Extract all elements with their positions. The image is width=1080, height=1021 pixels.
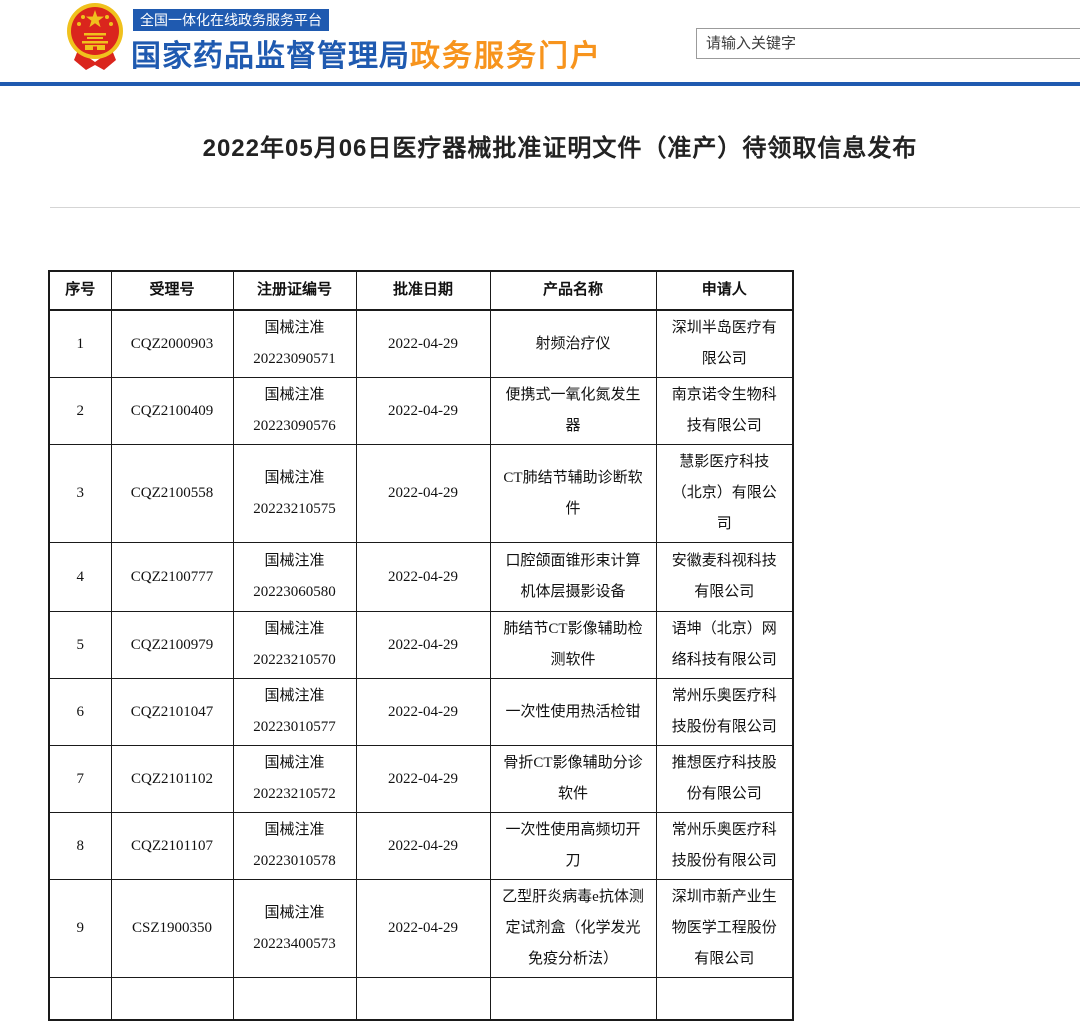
cell-product-name: 一次性使用热活检钳 (490, 679, 656, 746)
cell-approval-date: 2022-04-29 (356, 813, 490, 880)
cell-index: 7 (49, 746, 111, 813)
cell-applicant: 语坤（北京）网络科技有限公司 (656, 612, 793, 679)
table-body: 1CQZ2000903国械注准 202230905712022-04-29射频治… (49, 310, 793, 1020)
cell-index: 9 (49, 880, 111, 978)
cell-applicant: 常州乐奥医疗科技股份有限公司 (656, 813, 793, 880)
column-header-acceptance_no: 受理号 (111, 271, 233, 310)
cell-registration-no: 国械注准 20223010577 (233, 679, 356, 746)
cell-acceptance-no: CSZ1900350 (111, 880, 233, 978)
national-emblem-icon (64, 2, 126, 70)
table-row: 7CQZ2101102国械注准 202232105722022-04-29骨折C… (49, 746, 793, 813)
section-divider (50, 207, 1080, 208)
cell-acceptance-no: CQZ2000903 (111, 310, 233, 378)
table-row: 8CQZ2101107国械注准 202230105782022-04-29一次性… (49, 813, 793, 880)
cell-approval-date: 2022-04-29 (356, 378, 490, 445)
cell-index: 3 (49, 445, 111, 543)
cell-registration-no: 国械注准 20223010578 (233, 813, 356, 880)
cell-acceptance-no: CQZ2101102 (111, 746, 233, 813)
column-header-index: 序号 (49, 271, 111, 310)
header-divider (0, 82, 1080, 86)
cell-registration-no: 国械注准 20223060580 (233, 543, 356, 612)
org-name-text: 国家药品监督管理局 (131, 40, 410, 73)
cell-product-name: 射频治疗仪 (490, 310, 656, 378)
search-input[interactable] (696, 28, 1080, 59)
cell-index: 1 (49, 310, 111, 378)
cell-registration-no: 国械注准 20223090576 (233, 378, 356, 445)
cell-approval-date: 2022-04-29 (356, 880, 490, 978)
cell-approval-date: 2022-04-29 (356, 679, 490, 746)
cell-index: 2 (49, 378, 111, 445)
cell-empty (656, 978, 793, 1020)
cell-product-name: 口腔颌面锥形束计算机体层摄影设备 (490, 543, 656, 612)
cell-empty (111, 978, 233, 1020)
logo-line: 国家药品监督管理局政务服务门户 (131, 31, 602, 75)
column-header-applicant: 申请人 (656, 271, 793, 310)
cell-applicant: 推想医疗科技股份有限公司 (656, 746, 793, 813)
cell-acceptance-no: CQZ2100409 (111, 378, 233, 445)
cell-index: 5 (49, 612, 111, 679)
cell-registration-no: 国械注准 20223090571 (233, 310, 356, 378)
cell-applicant: 深圳市新产业生物医学工程股份有限公司 (656, 880, 793, 978)
cell-empty (49, 978, 111, 1020)
cell-empty (233, 978, 356, 1020)
cell-approval-date: 2022-04-29 (356, 445, 490, 543)
cell-approval-date: 2022-04-29 (356, 612, 490, 679)
table-row: 5CQZ2100979国械注准 202232105702022-04-29肺结节… (49, 612, 793, 679)
cell-index: 8 (49, 813, 111, 880)
table-row-partial (49, 978, 793, 1020)
cell-product-name: 肺结节CT影像辅助检测软件 (490, 612, 656, 679)
platform-badge: 全国一体化在线政务服务平台 (133, 9, 329, 31)
cell-index: 6 (49, 679, 111, 746)
cell-approval-date: 2022-04-29 (356, 746, 490, 813)
main-content: 2022年05月06日医疗器械批准证明文件（准产）待领取信息发布 序号受理号注册… (0, 128, 1080, 1021)
table-row: 1CQZ2000903国械注准 202230905712022-04-29射频治… (49, 310, 793, 378)
cell-product-name: 一次性使用高频切开刀 (490, 813, 656, 880)
column-header-approval_date: 批准日期 (356, 271, 490, 310)
cell-index: 4 (49, 543, 111, 612)
table-row: 4CQZ2100777国械注准 202230605802022-04-29口腔颌… (49, 543, 793, 612)
cell-applicant: 常州乐奥医疗科技股份有限公司 (656, 679, 793, 746)
table-row: 6CQZ2101047国械注准 202230105772022-04-29一次性… (49, 679, 793, 746)
cell-acceptance-no: CQZ2101107 (111, 813, 233, 880)
cell-product-name: CT肺结节辅助诊断软件 (490, 445, 656, 543)
table-header-row: 序号受理号注册证编号批准日期产品名称申请人 (49, 271, 793, 310)
cell-registration-no: 国械注准 20223210572 (233, 746, 356, 813)
approval-table: 序号受理号注册证编号批准日期产品名称申请人 1CQZ2000903国械注准 20… (48, 270, 794, 1021)
cell-product-name: 骨折CT影像辅助分诊软件 (490, 746, 656, 813)
cell-registration-no: 国械注准 20223210570 (233, 612, 356, 679)
cell-acceptance-no: CQZ2100777 (111, 543, 233, 612)
cell-acceptance-no: CQZ2100979 (111, 612, 233, 679)
cell-product-name: 乙型肝炎病毒e抗体测定试剂盒（化学发光免疫分析法） (490, 880, 656, 978)
column-header-product_name: 产品名称 (490, 271, 656, 310)
site-header: 全国一体化在线政务服务平台 国家药品监督管理局政务服务门户 (0, 0, 1080, 82)
table-row: 2CQZ2100409国械注准 202230905762022-04-29便携式… (49, 378, 793, 445)
page-title: 2022年05月06日医疗器械批准证明文件（准产）待领取信息发布 (40, 128, 1080, 163)
portal-name-text: 政务服务门户 (410, 40, 602, 73)
cell-acceptance-no: CQZ2100558 (111, 445, 233, 543)
column-header-registration_no: 注册证编号 (233, 271, 356, 310)
cell-registration-no: 国械注准 20223210575 (233, 445, 356, 543)
cell-acceptance-no: CQZ2101047 (111, 679, 233, 746)
cell-product-name: 便携式一氧化氮发生器 (490, 378, 656, 445)
cell-registration-no: 国械注准 20223400573 (233, 880, 356, 978)
page: 全国一体化在线政务服务平台 国家药品监督管理局政务服务门户 2022年05月06… (0, 0, 1080, 1021)
table-row: 3CQZ2100558国械注准 202232105752022-04-29CT肺… (49, 445, 793, 543)
cell-applicant: 慧影医疗科技（北京）有限公司 (656, 445, 793, 543)
cell-applicant: 安徽麦科视科技有限公司 (656, 543, 793, 612)
cell-approval-date: 2022-04-29 (356, 310, 490, 378)
cell-approval-date: 2022-04-29 (356, 543, 490, 612)
cell-applicant: 深圳半岛医疗有限公司 (656, 310, 793, 378)
cell-empty (490, 978, 656, 1020)
table-row: 9CSZ1900350国械注准 202234005732022-04-29乙型肝… (49, 880, 793, 978)
cell-empty (356, 978, 490, 1020)
cell-applicant: 南京诺令生物科技有限公司 (656, 378, 793, 445)
